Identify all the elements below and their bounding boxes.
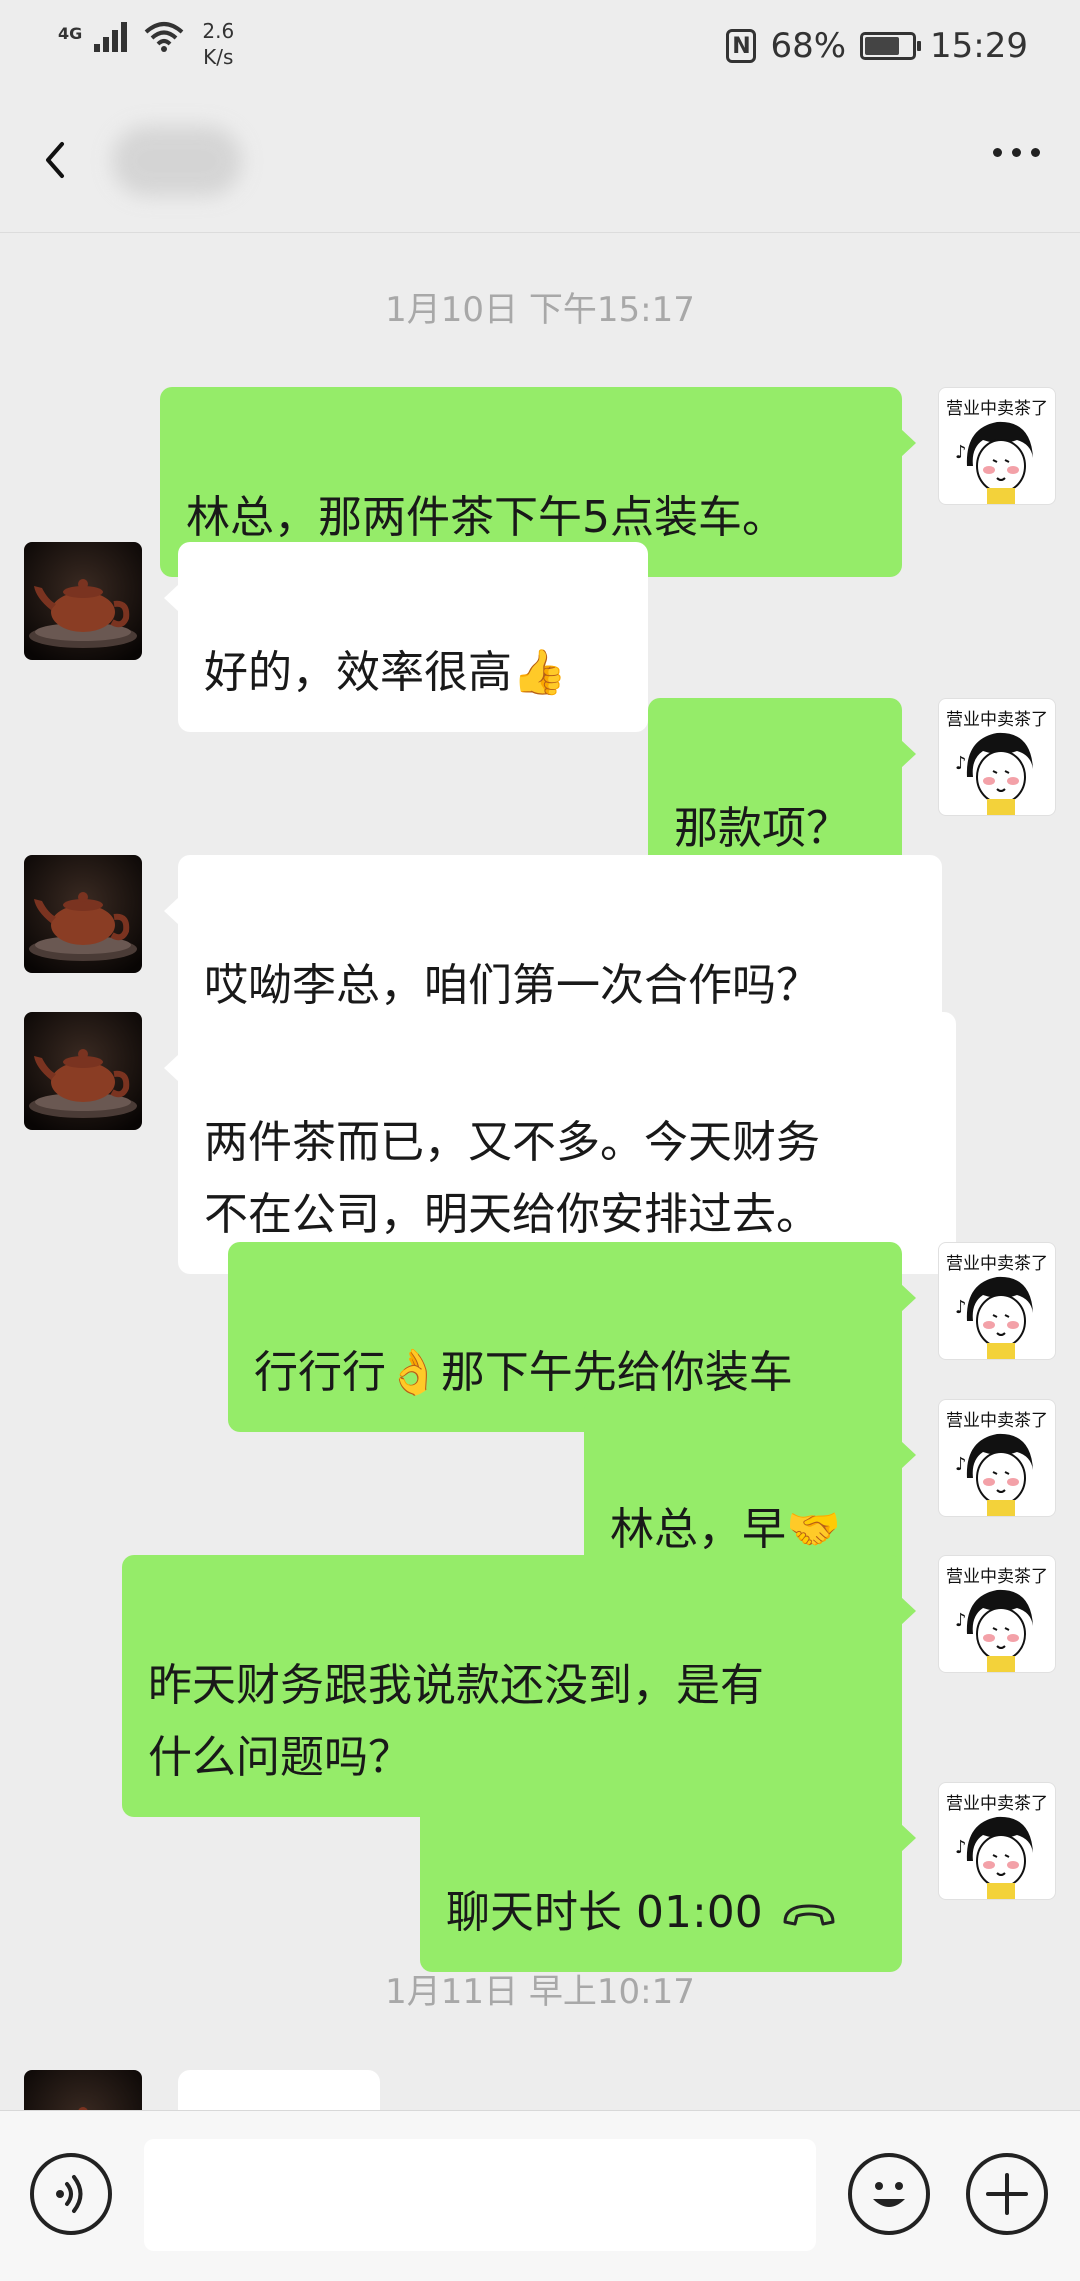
message-text: 那款项？ — [674, 803, 850, 854]
chevron-left-icon[interactable] — [36, 140, 76, 180]
cartoon-face-icon: ♪ — [955, 1433, 1033, 1516]
cartoon-face-icon: ♪ — [955, 1276, 1033, 1359]
message-text: 行行行 — [254, 1347, 386, 1398]
chat-area[interactable]: 1月10日 下午15:17 林总，那两件茶下午5点装车。 营业中卖茶了 ♪ 好的… — [0, 232, 1080, 2110]
voice-icon — [56, 2175, 83, 2213]
clock: 15:29 — [930, 26, 1028, 66]
message-bubble[interactable]: 两件茶而已，又不多。今天财务 不在公司，明天给你安排过去。 — [164, 1012, 956, 1274]
wifi-icon — [144, 22, 184, 52]
status-right: N 68% 15:29 — [726, 26, 1028, 66]
timestamp: 1月11日 早上10:17 — [385, 1972, 695, 2012]
svg-text:♪: ♪ — [955, 1297, 967, 1318]
cartoon-face-icon: ♪ — [955, 421, 1033, 504]
signal-icon — [94, 22, 128, 52]
message-text: 好的，效率很高 — [204, 647, 512, 698]
phone-hangup-icon — [783, 1904, 835, 1926]
teapot-avatar[interactable] — [24, 855, 142, 973]
call-record-bubble[interactable]: 聊天时长 01:00 — [420, 1782, 916, 1972]
message-text: 那下午先给你装车 — [440, 1347, 793, 1398]
sticker-avatar[interactable]: 营业中卖茶了 ♪ — [938, 1555, 1056, 1673]
contact-name-blurred — [112, 126, 242, 196]
battery-percent: 68% — [770, 26, 847, 66]
cartoon-face-icon: ♪ — [955, 1589, 1033, 1672]
message-text: 昨天财务跟我说款还没到，是有 什么问题吗？ — [148, 1660, 764, 1783]
input-bar — [0, 2110, 1080, 2281]
teapot-avatar[interactable] — [24, 1012, 142, 1130]
status-bar: 4G 2.6 K/s N 68% 15:29 — [0, 0, 1080, 90]
cartoon-face-icon: ♪ — [955, 1816, 1033, 1899]
message-text: 两件茶而已，又不多。今天财务 不在公司，明天给你安排过去。 — [204, 1117, 820, 1240]
sticker-avatar[interactable]: 营业中卖茶了 ♪ — [938, 1399, 1056, 1517]
svg-text:♪: ♪ — [955, 442, 967, 463]
teapot-avatar[interactable] — [24, 542, 142, 660]
speed-value: 2.6 — [202, 19, 235, 43]
network-speed: 2.6 K/s — [196, 18, 240, 70]
sticker-avatar[interactable]: 营业中卖茶了 ♪ — [938, 1782, 1056, 1900]
message-input[interactable] — [144, 2139, 816, 2251]
emoji-button[interactable] — [848, 2153, 930, 2235]
thumbs-up-icon: 👍 — [512, 647, 567, 698]
message-bubble[interactable]: 昨天财务跟我说款还没到，是有 什么问题吗？ — [122, 1555, 916, 1817]
plus-icon — [986, 2173, 1028, 2215]
message-text: 林总，那两件茶下午5点装车。 — [186, 492, 786, 543]
teapot-icon — [24, 855, 142, 973]
plus-button[interactable] — [966, 2153, 1048, 2235]
sticker-avatar[interactable]: 营业中卖茶了 ♪ — [938, 1242, 1056, 1360]
message-bubble[interactable] — [178, 2070, 380, 2110]
teapot-icon — [24, 1012, 142, 1130]
more-dots-icon[interactable] — [993, 148, 1040, 157]
svg-text:♪: ♪ — [955, 1610, 967, 1631]
cartoon-face-icon: ♪ — [955, 732, 1033, 815]
svg-text:♪: ♪ — [955, 1837, 967, 1858]
ok-hand-icon: 👌 — [386, 1347, 441, 1398]
svg-text:♪: ♪ — [955, 1454, 967, 1475]
sticker-avatar[interactable]: 营业中卖茶了 ♪ — [938, 698, 1056, 816]
message-text: 哎呦李总，咱们第一次合作吗？ — [204, 960, 820, 1011]
message-text: 林总，早 — [610, 1504, 786, 1555]
battery-icon — [860, 32, 922, 60]
status-left: 4G 2.6 K/s — [58, 18, 240, 70]
call-duration-text: 聊天时长 01:00 — [446, 1887, 763, 1938]
teapot-icon — [24, 2070, 142, 2110]
speed-unit: K/s — [203, 45, 234, 69]
nfc-icon: N — [726, 29, 757, 63]
chat-header — [0, 90, 1080, 233]
network-type: 4G — [58, 24, 83, 43]
emoji-smile-icon — [873, 2182, 905, 2207]
teapot-avatar[interactable] — [24, 2070, 142, 2110]
svg-text:♪: ♪ — [955, 753, 967, 774]
sticker-avatar[interactable]: 营业中卖茶了 ♪ — [938, 387, 1056, 505]
message-bubble[interactable]: 好的，效率很高👍 — [164, 542, 648, 732]
voice-button[interactable] — [30, 2153, 112, 2235]
timestamp: 1月10日 下午15:17 — [385, 290, 695, 330]
teapot-icon — [24, 542, 142, 660]
